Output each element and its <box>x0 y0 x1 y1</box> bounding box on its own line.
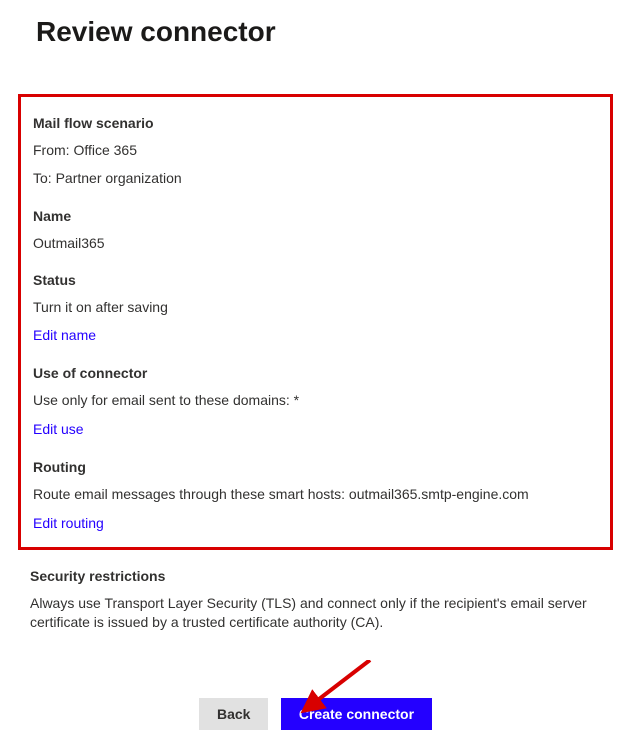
create-connector-button[interactable]: Create connector <box>281 698 432 730</box>
security-value: Always use Transport Layer Security (TLS… <box>30 594 601 633</box>
name-heading: Name <box>33 208 598 224</box>
security-heading: Security restrictions <box>30 568 601 584</box>
use-heading: Use of connector <box>33 365 598 381</box>
scenario-to: To: Partner organization <box>33 169 598 189</box>
footer-actions: Back Create connector <box>0 698 631 730</box>
page-title: Review connector <box>0 0 631 48</box>
edit-name-link[interactable]: Edit name <box>33 327 96 343</box>
status-value: Turn it on after saving <box>33 298 598 318</box>
scenario-heading: Mail flow scenario <box>33 115 598 131</box>
name-value: Outmail365 <box>33 234 598 254</box>
routing-value: Route email messages through these smart… <box>33 485 598 505</box>
status-heading: Status <box>33 272 598 288</box>
scenario-from: From: Office 365 <box>33 141 598 161</box>
edit-routing-link[interactable]: Edit routing <box>33 515 104 531</box>
routing-heading: Routing <box>33 459 598 475</box>
back-button[interactable]: Back <box>199 698 268 730</box>
use-value: Use only for email sent to these domains… <box>33 391 598 411</box>
highlight-annotation-box: Mail flow scenario From: Office 365 To: … <box>18 94 613 550</box>
edit-use-link[interactable]: Edit use <box>33 421 84 437</box>
